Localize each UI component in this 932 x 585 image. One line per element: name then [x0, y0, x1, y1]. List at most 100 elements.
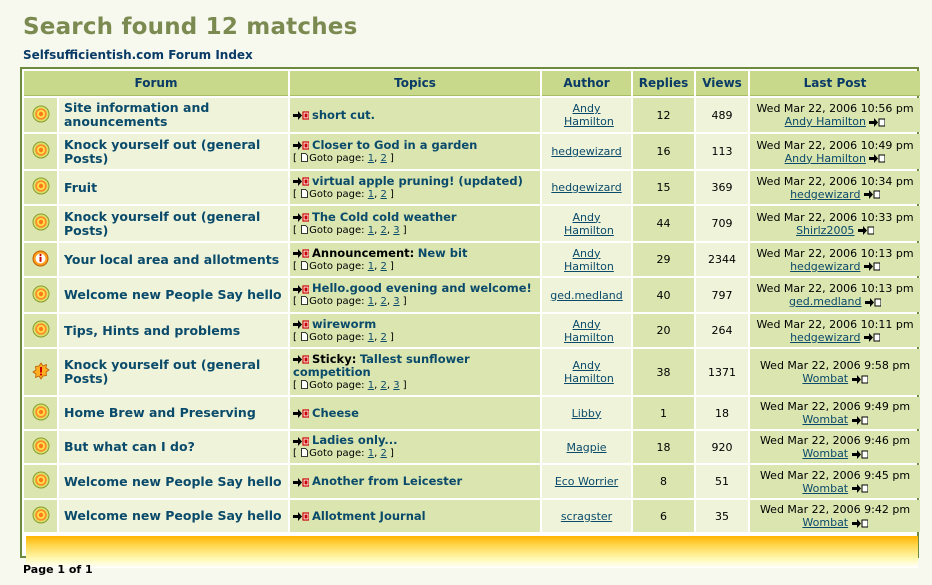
view-latest-post-icon[interactable]	[864, 297, 882, 307]
page-icon	[301, 188, 309, 198]
topic-title-line: Cheese	[293, 406, 540, 420]
forum-link[interactable]: But what can I do?	[64, 440, 195, 454]
view-latest-post-icon[interactable]	[851, 518, 869, 528]
replies-count: 6	[633, 500, 695, 532]
goto-page-link[interactable]: 2	[380, 448, 386, 459]
goto-page-link[interactable]: 2	[380, 332, 386, 343]
forum-link[interactable]: Welcome new People Say hello	[64, 509, 282, 523]
goto-page-link[interactable]: 2	[380, 153, 386, 164]
topic-link[interactable]: virtual apple pruning! (updated)	[312, 174, 523, 188]
last-post-author-link[interactable]: Wombat	[802, 516, 848, 529]
author-link[interactable]: Andy Hamilton	[564, 359, 614, 385]
author-link[interactable]: Eco Worrier	[555, 475, 618, 488]
last-post-author-link[interactable]: Wombat	[802, 413, 848, 426]
row-status-icon-cell	[24, 206, 57, 241]
topic-title-line: Hello.good evening and welcome!	[293, 282, 540, 295]
table-row: Knock yourself out (general Posts) Closer…	[24, 134, 921, 169]
last-post-author-link[interactable]: Shirlz2005	[796, 224, 854, 237]
last-post-author-link[interactable]: Wombat	[802, 447, 848, 460]
goto-page-link[interactable]: 3	[393, 296, 399, 307]
goto-page-link[interactable]: 1	[368, 189, 374, 200]
last-post-date: Wed Mar 22, 2006 9:49 pm	[759, 400, 911, 413]
view-latest-post-icon[interactable]	[851, 415, 869, 425]
author-link[interactable]: Andy Hamilton	[564, 318, 614, 344]
forum-link[interactable]: Fruit	[64, 180, 97, 195]
author-link[interactable]: Libby	[572, 407, 602, 420]
view-latest-post-icon[interactable]	[851, 484, 869, 493]
goto-page-link[interactable]: 2	[380, 296, 386, 307]
goto-page-link[interactable]: 1	[368, 296, 374, 307]
last-post-author-link[interactable]: ged.medland	[789, 295, 861, 308]
goto-page-link[interactable]: 3	[393, 225, 399, 236]
author-link[interactable]: Andy Hamilton	[564, 247, 614, 273]
forum-link[interactable]: Welcome new People Say hello	[64, 474, 282, 489]
forum-link[interactable]: Home Brew and Preserving	[64, 406, 256, 420]
last-post-author-link[interactable]: Andy Hamilton	[785, 115, 866, 128]
topic-link[interactable]: Hello.good evening and welcome!	[312, 281, 532, 295]
view-latest-post-icon[interactable]	[857, 226, 875, 235]
page-icon	[301, 224, 309, 234]
goto-page-link[interactable]: 2	[380, 189, 386, 200]
last-post-author-link[interactable]: Andy Hamilton	[785, 152, 866, 165]
table-row: Welcome new People Say hello Hello.good e…	[24, 278, 921, 312]
goto-page: [ Goto page: 1, 2 ]	[293, 260, 394, 272]
goto-page-link[interactable]: 1	[368, 448, 374, 459]
topic-link[interactable]: The Cold cold weather	[312, 210, 457, 224]
goto-page-link[interactable]: 2	[380, 380, 386, 391]
goto-page-link[interactable]: 1	[368, 261, 374, 272]
goto-page-link[interactable]: 1	[368, 332, 374, 343]
forum-cell: Knock yourself out (general Posts)	[59, 134, 289, 169]
last-post-author-link[interactable]: Wombat	[802, 482, 848, 495]
view-latest-post-icon[interactable]	[863, 262, 881, 271]
view-latest-post-icon[interactable]	[851, 374, 869, 384]
goto-page: [ Goto page: 1, 2 ]	[293, 331, 394, 343]
table-row: Knock yourself out (general Posts) The Co…	[24, 206, 921, 241]
goto-page-link[interactable]: 3	[393, 380, 399, 391]
forum-link[interactable]: Knock yourself out (general Posts)	[64, 358, 288, 386]
view-latest-post-icon[interactable]	[869, 117, 886, 127]
last-post-cell: Wed Mar 22, 2006 10:56 pm Andy Hamilton	[750, 98, 921, 132]
topic-link[interactable]: short cut.	[312, 108, 375, 122]
topic-link[interactable]: New bit	[418, 246, 468, 260]
author-link[interactable]: Andy Hamilton	[564, 102, 614, 128]
author-link[interactable]: hedgewizard	[551, 145, 621, 158]
table-row: Tips, Hints and problems wireworm[ Goto p…	[24, 314, 921, 347]
last-post-author-link[interactable]: hedgewizard	[790, 331, 860, 344]
topic-link[interactable]: Another from Leicester	[312, 474, 462, 488]
view-latest-post-icon[interactable]	[869, 154, 886, 163]
topic-link[interactable]: Allotment Journal	[312, 509, 426, 523]
view-latest-post-icon[interactable]	[863, 333, 881, 342]
last-post-author-link[interactable]: hedgewizard	[790, 188, 860, 201]
last-post-author-link[interactable]: Wombat	[802, 372, 848, 385]
author-link[interactable]: ged.medland	[550, 289, 622, 302]
view-latest-post-icon[interactable]	[851, 449, 869, 459]
goto-page-link[interactable]: 1	[368, 380, 374, 391]
goto-label: Goto page:	[309, 379, 365, 391]
forum-link[interactable]: Site information and anouncements	[64, 101, 288, 129]
goto-page-link[interactable]: 1	[368, 225, 374, 236]
goto-page-link[interactable]: 1	[368, 153, 374, 164]
goto-page-link[interactable]: 2	[380, 261, 386, 272]
view-latest-post-icon[interactable]	[863, 190, 881, 199]
topic-link[interactable]: Cheese	[312, 406, 359, 420]
forum-link[interactable]: Knock yourself out (general Posts)	[64, 209, 288, 238]
views-count: 489	[696, 98, 749, 132]
forum-link[interactable]: Knock yourself out (general Posts)	[64, 137, 288, 166]
topic-cell: virtual apple pruning! (updated)[ Goto p…	[290, 171, 541, 204]
goto-page-link[interactable]: 2	[380, 225, 386, 236]
author-link[interactable]: Magpie	[567, 441, 607, 454]
page-icon	[301, 152, 309, 162]
forum-link[interactable]: Tips, Hints and problems	[64, 323, 240, 338]
topic-title-line: Ladies only...	[293, 434, 540, 447]
topic-link[interactable]: Closer to God in a garden	[312, 138, 477, 152]
author-link[interactable]: Andy Hamilton	[564, 211, 614, 237]
topic-link[interactable]: Ladies only...	[312, 433, 398, 447]
last-post-author-link[interactable]: hedgewizard	[790, 260, 860, 273]
author-link[interactable]: hedgewizard	[551, 181, 621, 194]
author-link[interactable]: scragster	[561, 510, 612, 523]
forum-link[interactable]: Your local area and allotments	[64, 252, 279, 267]
forum-cell: Your local area and allotments	[59, 243, 289, 276]
breadcrumb-forum-index[interactable]: Selfsufficientish.com Forum Index	[23, 48, 253, 62]
forum-link[interactable]: Welcome new People Say hello	[64, 288, 282, 302]
topic-link[interactable]: wireworm	[312, 317, 376, 331]
